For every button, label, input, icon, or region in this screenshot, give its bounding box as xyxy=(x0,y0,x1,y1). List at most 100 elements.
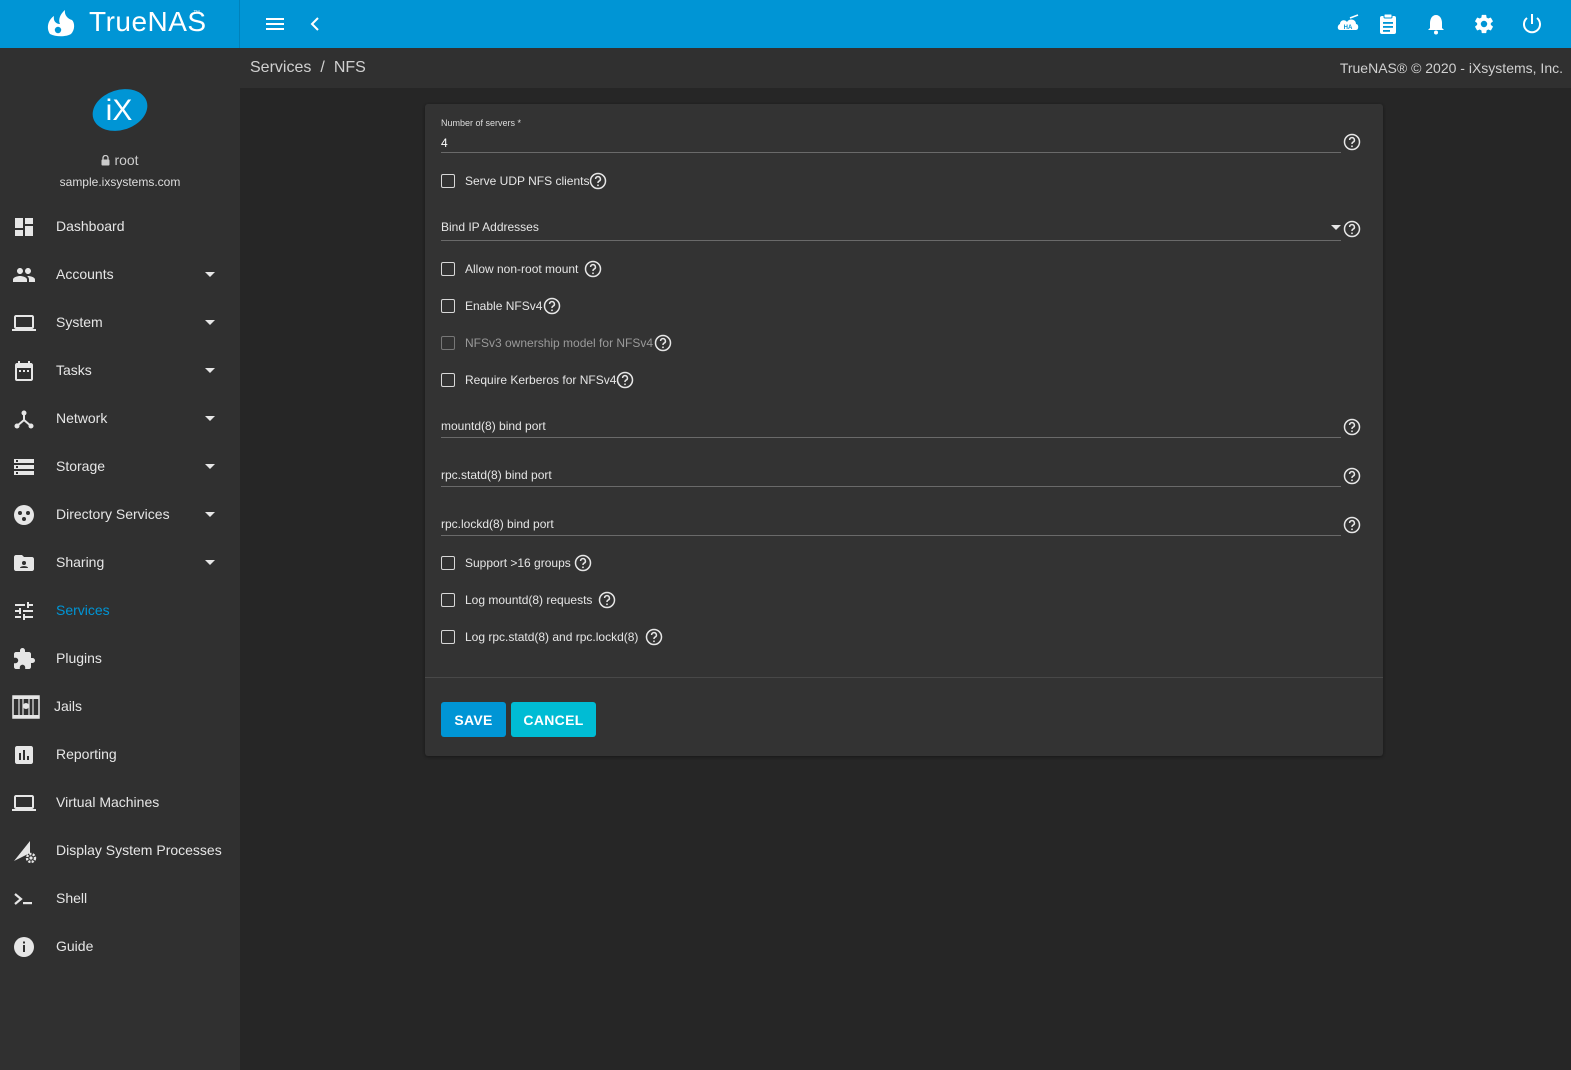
help-icon[interactable] xyxy=(1343,220,1361,238)
back-button[interactable] xyxy=(303,12,327,36)
processes-icon xyxy=(12,839,37,864)
sidebar-item-network[interactable]: Network xyxy=(0,395,240,443)
help-icon[interactable] xyxy=(616,371,634,389)
svg-text:HA: HA xyxy=(1344,25,1353,31)
mountd-port-input[interactable]: mountd(8) bind port xyxy=(441,419,546,433)
help-icon[interactable] xyxy=(1343,133,1361,151)
nfsv3-ownership-checkbox xyxy=(441,336,455,350)
cancel-button[interactable]: CANCEL xyxy=(511,702,596,737)
sidebar-item-jails[interactable]: Jails xyxy=(0,683,240,731)
sidebar-item-accounts[interactable]: Accounts xyxy=(0,251,240,299)
require-kerberos-label: Require Kerberos for NFSv4 xyxy=(465,373,617,387)
field-underline xyxy=(441,535,1341,536)
help-icon[interactable] xyxy=(654,334,672,352)
sidebar-item-label: System xyxy=(56,314,103,330)
sidebar-item-label: Shell xyxy=(56,890,88,906)
log-statd-checkbox[interactable] xyxy=(441,630,455,644)
save-button[interactable]: SAVE xyxy=(441,702,506,737)
sidebar-item-shell[interactable]: Shell xyxy=(0,875,240,923)
field-underline xyxy=(441,240,1341,241)
sidebar-item-label: Directory Services xyxy=(56,506,170,522)
sidebar-item-label: Services xyxy=(56,602,110,618)
nfs-settings-card: Number of servers * 4 Serve UDP NFS clie… xyxy=(425,104,1383,756)
tasks-button[interactable] xyxy=(1376,12,1400,36)
calendar-icon xyxy=(12,359,36,383)
help-icon[interactable] xyxy=(543,297,561,315)
chevron-down-icon xyxy=(1331,225,1341,230)
alerts-button[interactable] xyxy=(1424,12,1448,36)
breadcrumb-services[interactable]: Services xyxy=(250,59,311,77)
caret-down-icon xyxy=(205,560,215,565)
require-kerberos-checkbox[interactable] xyxy=(441,373,455,387)
sidebar-item-tasks[interactable]: Tasks xyxy=(0,347,240,395)
power-button[interactable] xyxy=(1520,12,1544,36)
settings-button[interactable] xyxy=(1472,12,1496,36)
support16-checkbox[interactable] xyxy=(441,556,455,570)
card-divider xyxy=(425,677,1383,678)
serve-udp-checkbox[interactable] xyxy=(441,174,455,188)
mountd-port-field[interactable]: mountd(8) bind port xyxy=(441,419,1341,439)
allow-nonroot-label: Allow non-root mount xyxy=(465,262,579,276)
sidebar-item-label: Jails xyxy=(54,698,83,714)
breadcrumb-separator: / xyxy=(320,59,325,76)
lockd-port-field[interactable]: rpc.lockd(8) bind port xyxy=(441,517,1341,537)
lockd-port-input[interactable]: rpc.lockd(8) bind port xyxy=(441,517,554,531)
number-of-servers-input[interactable]: 4 xyxy=(441,136,448,150)
people-icon xyxy=(12,263,36,287)
statd-port-input[interactable]: rpc.statd(8) bind port xyxy=(441,468,552,482)
user-info: root xyxy=(0,152,240,168)
breadcrumb-nfs: NFS xyxy=(333,59,366,76)
folder-share-icon xyxy=(12,551,36,575)
log-mountd-checkbox[interactable] xyxy=(441,593,455,607)
username: root xyxy=(114,152,139,168)
statd-port-field[interactable]: rpc.statd(8) bind port xyxy=(441,468,1341,488)
sidebar-item-plugins[interactable]: Plugins xyxy=(0,635,240,683)
help-icon[interactable] xyxy=(1343,516,1361,534)
top-bar: TrueNAS ™ HA xyxy=(0,0,1571,48)
sidebar-item-system[interactable]: System xyxy=(0,299,240,347)
sidebar-item-virtual-machines[interactable]: Virtual Machines xyxy=(0,779,240,827)
svg-text:iX: iX xyxy=(106,94,133,127)
support16-label: Support >16 groups xyxy=(465,556,571,570)
brand[interactable]: TrueNAS ™ xyxy=(0,0,240,48)
chart-icon xyxy=(12,743,36,767)
sidebar-item-directory-services[interactable]: Directory Services xyxy=(0,491,240,539)
sidebar-item-reporting[interactable]: Reporting xyxy=(0,731,240,779)
breadcrumb-bar: Services / NFS TrueNAS® © 2020 - iXsystems… xyxy=(240,48,1571,88)
help-icon[interactable] xyxy=(1343,418,1361,436)
sidebar-item-sharing[interactable]: Sharing xyxy=(0,539,240,587)
menu-button[interactable] xyxy=(263,12,287,36)
copyright-text: TrueNAS® © 2020 - iXsystems, Inc. xyxy=(1339,60,1563,76)
sidebar-item-dashboard[interactable]: Dashboard xyxy=(0,203,240,251)
caret-down-icon xyxy=(205,368,215,373)
ha-icon: HA xyxy=(1336,14,1360,34)
allow-nonroot-checkbox[interactable] xyxy=(441,262,455,276)
sidebar-item-label: Storage xyxy=(56,458,106,474)
sidebar-item-guide[interactable]: Guide xyxy=(0,923,240,971)
help-icon[interactable] xyxy=(584,260,602,278)
sidebar-item-display-system-processes[interactable]: Display System Processes xyxy=(0,827,240,875)
help-icon[interactable] xyxy=(645,628,663,646)
sidebar-item-label: Dashboard xyxy=(56,218,125,234)
help-icon[interactable] xyxy=(1343,467,1361,485)
sidebar-item-storage[interactable]: Storage xyxy=(0,443,240,491)
dashboard-icon xyxy=(12,215,36,239)
clipboard-icon xyxy=(1379,13,1397,35)
help-icon[interactable] xyxy=(574,554,592,572)
field-underline xyxy=(441,486,1341,487)
sidebar-item-services[interactable]: Services xyxy=(0,587,240,635)
ix-logo-icon: iX xyxy=(91,88,149,132)
number-of-servers-field[interactable]: Number of servers * 4 xyxy=(441,118,1341,154)
sidebar-item-label: Virtual Machines xyxy=(56,794,160,810)
sidebar: iX root sample.ixsystems.com Dashboard A… xyxy=(0,48,240,1070)
ha-status-button[interactable]: HA xyxy=(1336,12,1360,36)
field-underline xyxy=(441,152,1341,153)
log-mountd-label: Log mountd(8) requests xyxy=(465,593,593,607)
help-icon[interactable] xyxy=(589,172,607,190)
lock-icon xyxy=(101,155,110,166)
caret-down-icon xyxy=(205,272,215,277)
breadcrumb: Services / NFS xyxy=(250,59,366,77)
bind-ip-select[interactable]: Bind IP Addresses xyxy=(441,220,1341,242)
help-icon[interactable] xyxy=(598,591,616,609)
enable-nfsv4-checkbox[interactable] xyxy=(441,299,455,313)
